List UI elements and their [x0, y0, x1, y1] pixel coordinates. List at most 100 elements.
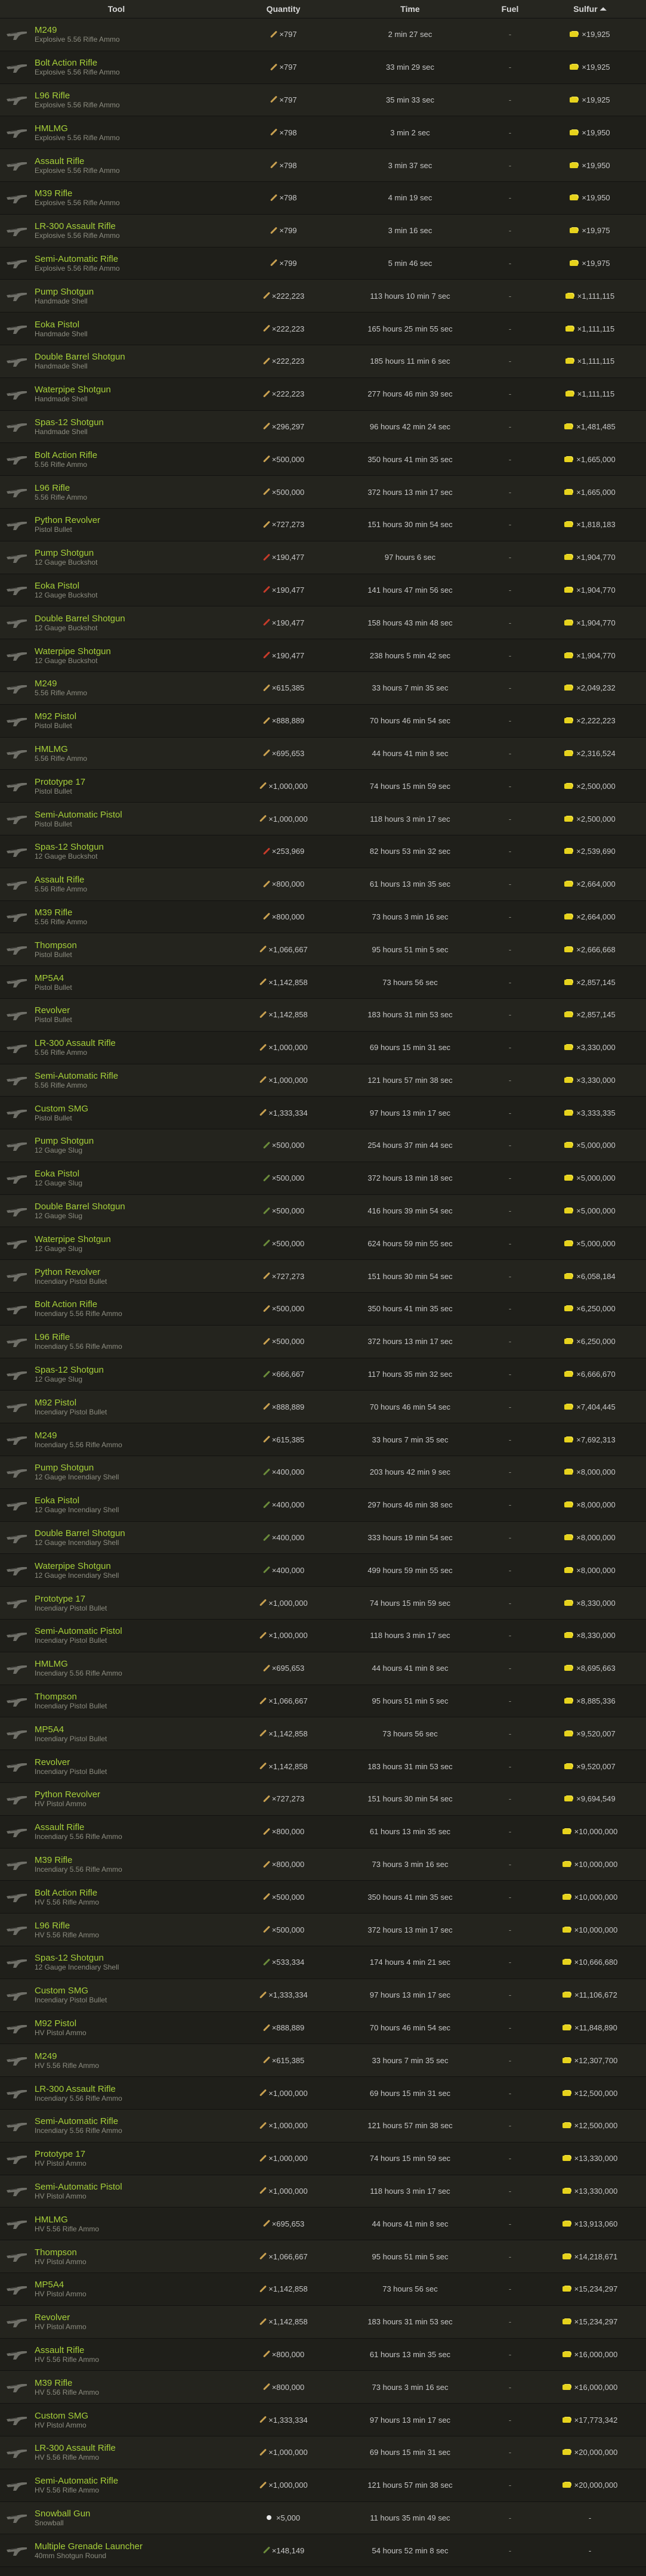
table-row[interactable]: M39 Rifle Explosive 5.56 Rifle Ammo ×798… — [0, 181, 646, 215]
table-row[interactable]: HMLMG HV 5.56 Rifle Ammo ×695,653 44 hou… — [0, 2207, 646, 2241]
table-row[interactable]: Bolt Action Rifle HV 5.56 Rifle Ammo ×50… — [0, 1881, 646, 1914]
table-row[interactable]: Custom SMG Pistol Bullet ×1,333,334 97 h… — [0, 1097, 646, 1130]
table-row[interactable]: Python Revolver Incendiary Pistol Bullet… — [0, 1260, 646, 1293]
table-row[interactable]: Assault Rifle Explosive 5.56 Rifle Ammo … — [0, 149, 646, 182]
tool-name[interactable]: Semi-Automatic Pistol — [35, 2182, 122, 2192]
tool-name[interactable]: Bolt Action Rifle — [35, 1299, 122, 1309]
table-row[interactable]: Eoka Pistol 12 Gauge Incendiary Shell ×4… — [0, 1488, 646, 1522]
table-row[interactable]: LR-300 Assault Rifle Explosive 5.56 Rifl… — [0, 214, 646, 247]
tool-name[interactable]: Double Barrel Shotgun — [35, 352, 125, 362]
header-fuel[interactable]: Fuel — [486, 4, 534, 14]
tool-name[interactable]: Eoka Pistol — [35, 320, 88, 330]
table-row[interactable]: Spas-12 Shotgun Handmade Shell ×296,297 … — [0, 410, 646, 444]
tool-name[interactable]: M39 Rifle — [35, 188, 120, 199]
tool-name[interactable]: Custom SMG — [35, 2411, 88, 2421]
table-row[interactable]: HMLMG 5.56 Rifle Ammo ×695,653 44 hours … — [0, 737, 646, 770]
table-row[interactable]: Snowball Gun Snowball ×5,000 11 hours 35… — [0, 2501, 646, 2535]
tool-name[interactable]: MP5A4 — [35, 2280, 86, 2290]
table-row[interactable]: Semi-Automatic Rifle 5.56 Rifle Ammo ×1,… — [0, 1064, 646, 1097]
tool-name[interactable]: Revolver — [35, 1757, 107, 1767]
table-row[interactable]: Assault Rifle Incendiary 5.56 Rifle Ammo… — [0, 1815, 646, 1849]
tool-name[interactable]: M249 — [35, 25, 120, 35]
tool-name[interactable]: Prototype 17 — [35, 1594, 107, 1604]
tool-name[interactable]: Pump Shotgun — [35, 1136, 94, 1146]
tool-name[interactable]: Assault Rifle — [35, 1822, 122, 1832]
table-row[interactable]: HMLMG Explosive 5.56 Rifle Ammo ×798 3 m… — [0, 116, 646, 150]
tool-name[interactable]: Semi-Automatic Rifle — [35, 2116, 122, 2126]
table-row[interactable]: M39 Rifle 5.56 Rifle Ammo ×800,000 73 ho… — [0, 900, 646, 934]
tool-name[interactable]: Pump Shotgun — [35, 548, 97, 558]
table-row[interactable]: LR-300 Assault Rifle 5.56 Rifle Ammo ×1,… — [0, 1031, 646, 1064]
table-row[interactable]: Double Barrel Shotgun 12 Gauge Incendiar… — [0, 1521, 646, 1555]
tool-name[interactable]: Waterpipe Shotgun — [35, 646, 111, 657]
table-row[interactable]: Thompson Incendiary Pistol Bullet ×1,066… — [0, 1685, 646, 1718]
tool-name[interactable]: Thompson — [35, 1692, 107, 1702]
tool-name[interactable]: Eoka Pistol — [35, 1169, 82, 1179]
table-row[interactable]: M92 Pistol Pistol Bullet ×888,889 70 hou… — [0, 704, 646, 738]
table-row[interactable]: Custom SMG HV Pistol Ammo ×1,333,334 97 … — [0, 2404, 646, 2436]
tool-name[interactable]: M39 Rifle — [35, 908, 87, 918]
tool-name[interactable]: Thompson — [35, 940, 77, 950]
tool-name[interactable]: Assault Rifle — [35, 156, 120, 166]
table-row[interactable]: Spas-12 Shotgun 12 Gauge Incendiary Shel… — [0, 1946, 646, 1979]
table-row[interactable]: L96 Rifle Incendiary 5.56 Rifle Ammo ×50… — [0, 1325, 646, 1358]
tool-name[interactable]: MP5A4 — [35, 973, 72, 983]
tool-name[interactable]: Waterpipe Shotgun — [35, 1561, 119, 1571]
tool-name[interactable]: Assault Rifle — [35, 2345, 99, 2355]
tool-name[interactable]: Python Revolver — [35, 1267, 107, 1277]
table-row[interactable]: MP5A4 HV Pistol Ammo ×1,142,858 73 hours… — [0, 2272, 646, 2306]
table-row[interactable]: Thompson Pistol Bullet ×1,066,667 95 hou… — [0, 933, 646, 967]
tool-name[interactable]: LR-300 Assault Rifle — [35, 221, 120, 231]
table-row[interactable]: Semi-Automatic Rifle Explosive 5.56 Rifl… — [0, 247, 646, 280]
tool-name[interactable]: M92 Pistol — [35, 1398, 107, 1408]
table-row[interactable]: Semi-Automatic Rifle Incendiary 5.56 Rif… — [0, 2110, 646, 2142]
table-row[interactable]: Waterpipe Shotgun Handmade Shell ×222,22… — [0, 377, 646, 411]
table-row[interactable]: M249 Incendiary 5.56 Rifle Ammo ×615,385… — [0, 1423, 646, 1457]
table-row[interactable]: Thompson HV Pistol Ammo ×1,066,667 95 ho… — [0, 2240, 646, 2273]
tool-name[interactable]: Waterpipe Shotgun — [35, 385, 111, 395]
tool-name[interactable]: L96 Rifle — [35, 91, 120, 101]
table-row[interactable]: LR-300 Assault Rifle HV 5.56 Rifle Ammo … — [0, 2436, 646, 2469]
tool-name[interactable]: M39 Rifle — [35, 2378, 99, 2388]
header-tool[interactable]: Tool — [0, 4, 233, 14]
tool-name[interactable]: Pump Shotgun — [35, 287, 94, 297]
table-row[interactable]: Pump Shotgun Handmade Shell ×222,223 113… — [0, 280, 646, 313]
tool-name[interactable]: M39 Rifle — [35, 1855, 122, 1865]
tool-name[interactable]: LR-300 Assault Rifle — [35, 2084, 122, 2094]
table-row[interactable]: Double Barrel Shotgun 12 Gauge Slug ×500… — [0, 1194, 646, 1228]
tool-name[interactable]: HMLMG — [35, 744, 87, 754]
table-row[interactable]: Spas-12 Shotgun 12 Gauge Buckshot ×253,9… — [0, 835, 646, 868]
tool-name[interactable]: Semi-Automatic Rifle — [35, 2476, 118, 2486]
table-row[interactable]: Prototype 17 Incendiary Pistol Bullet ×1… — [0, 1587, 646, 1620]
tool-name[interactable]: Pump Shotgun — [35, 1463, 119, 1473]
table-row[interactable]: Double Barrel Shotgun Handmade Shell ×22… — [0, 345, 646, 378]
tool-name[interactable]: L96 Rifle — [35, 1921, 99, 1931]
table-row[interactable]: M39 Rifle HV 5.56 Rifle Ammo ×800,000 73… — [0, 2371, 646, 2404]
table-row[interactable]: MP5A4 Incendiary Pistol Bullet ×1,142,85… — [0, 1717, 646, 1751]
table-row[interactable]: Semi-Automatic Rifle HV 5.56 Rifle Ammo … — [0, 2469, 646, 2502]
table-row[interactable]: Semi-Automatic Pistol Incendiary Pistol … — [0, 1620, 646, 1652]
tool-name[interactable]: Thompson — [35, 2247, 86, 2258]
tool-name[interactable]: M249 — [35, 679, 87, 689]
table-row[interactable]: Pump Shotgun 12 Gauge Incendiary Shell ×… — [0, 1456, 646, 1489]
table-row[interactable]: Prototype 17 Pistol Bullet ×1,000,000 74… — [0, 770, 646, 803]
tool-name[interactable]: Prototype 17 — [35, 2149, 86, 2159]
table-row[interactable]: Python Revolver HV Pistol Ammo ×727,273 … — [0, 1783, 646, 1816]
tool-name[interactable]: Semi-Automatic Pistol — [35, 810, 122, 820]
table-row[interactable]: MP5A4 Pistol Bullet ×1,142,858 73 hours … — [0, 966, 646, 999]
tool-name[interactable]: M92 Pistol — [35, 711, 76, 722]
table-row[interactable]: Eoka Pistol Handmade Shell ×222,223 165 … — [0, 312, 646, 345]
tool-name[interactable]: HMLMG — [35, 2215, 99, 2225]
tool-name[interactable]: L96 Rifle — [35, 483, 87, 493]
table-row[interactable]: Waterpipe Shotgun 12 Gauge Incendiary Sh… — [0, 1554, 646, 1587]
table-row[interactable]: M249 Explosive 5.56 Rifle Ammo ×797 2 mi… — [0, 18, 646, 51]
tool-name[interactable]: Revolver — [35, 1005, 72, 1015]
tool-name[interactable]: Bolt Action Rifle — [35, 450, 97, 460]
header-time[interactable]: Time — [334, 4, 486, 14]
tool-name[interactable]: Waterpipe Shotgun — [35, 1234, 111, 1244]
tool-name[interactable]: Double Barrel Shotgun — [35, 1202, 125, 1212]
table-row[interactable]: Spas-12 Shotgun 12 Gauge Slug ×666,667 1… — [0, 1358, 646, 1391]
tool-name[interactable]: Eoka Pistol — [35, 581, 97, 591]
tool-name[interactable]: Spas-12 Shotgun — [35, 842, 104, 852]
header-sulfur[interactable]: Sulfur ⏶ — [534, 4, 646, 14]
